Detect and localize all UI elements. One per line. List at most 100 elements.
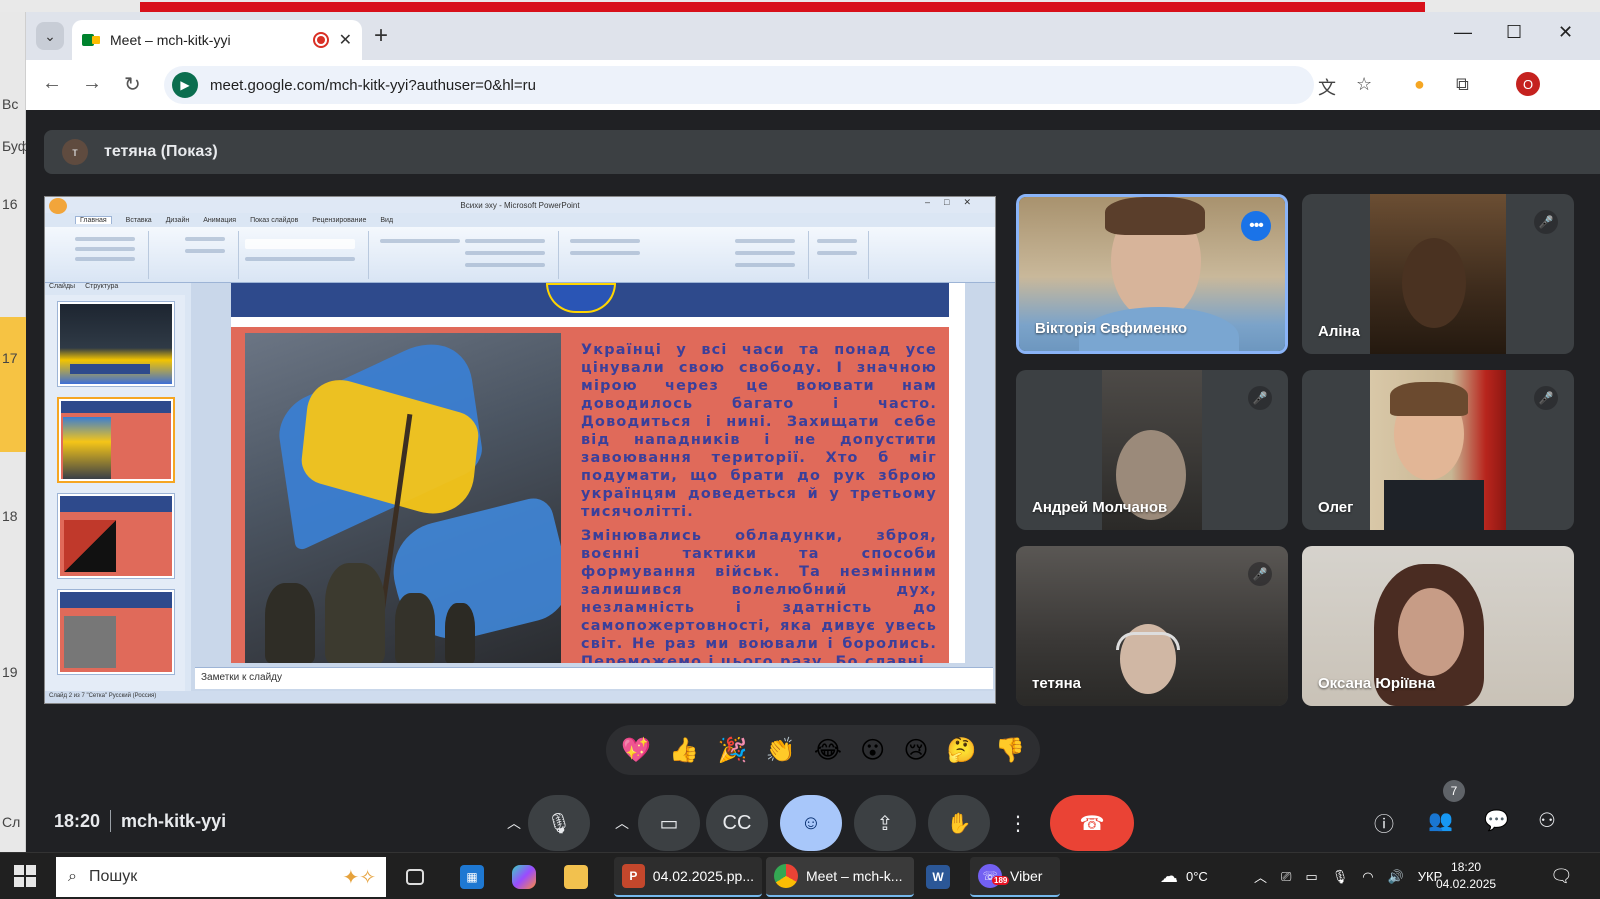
taskbar-app-label: Viber (1010, 868, 1043, 884)
participant-tile[interactable]: ••• Вікторія Євфименко (1016, 194, 1288, 354)
ribbon-tab: Главная (75, 216, 112, 224)
ribbon-tab: Анимация (203, 216, 237, 224)
site-info-icon[interactable]: ▶ (172, 72, 198, 98)
weather-temp: 0°C (1186, 869, 1208, 884)
volume-icon[interactable]: 🔊 (1388, 869, 1404, 885)
start-button[interactable] (14, 865, 36, 887)
address-bar[interactable]: ▶ meet.google.com/mch-kitk-yyi?authuser=… (164, 66, 1314, 104)
taskbar-app-powerpoint[interactable]: P 04.02.2025.pp... (614, 857, 762, 897)
shared-screen[interactable]: Всихи эху - Microsoft PowerPoint –□✕ Гла… (44, 196, 996, 704)
bookmark-star-icon[interactable]: ☆ (1356, 74, 1372, 95)
slide-thumbnail (57, 493, 175, 579)
file-explorer-app[interactable] (556, 857, 596, 897)
window-close-button[interactable]: ✕ (1558, 22, 1573, 43)
device-icon[interactable]: ⎚ (1281, 869, 1291, 885)
windows-taskbar: ⌕ Пошук ✦✧ ▦ P 04.02.2025.pp... Meet – m… (0, 852, 1600, 899)
notifications-icon[interactable]: 🗨 (1550, 853, 1573, 899)
back-button[interactable]: ← (42, 72, 62, 95)
meet-favicon-icon (82, 32, 100, 48)
reaction-button[interactable]: 😂 (814, 736, 842, 765)
participant-tile[interactable]: 🎤 тетяна (1016, 546, 1288, 706)
new-tab-button[interactable]: + (374, 22, 388, 50)
taskbar-app-chrome[interactable]: Meet – mch-k... (766, 857, 914, 897)
more-options-button[interactable]: ⋮ (1004, 795, 1032, 851)
weather-widget[interactable]: ☁ 0°C (1160, 853, 1208, 899)
show-hidden-icons-icon[interactable]: ︿ (1254, 867, 1267, 886)
participant-tile[interactable]: 🎤 Аліна (1302, 194, 1574, 354)
reaction-button[interactable]: 💖 (621, 736, 651, 765)
tab-close-icon[interactable]: ✕ (339, 30, 352, 50)
participant-tile[interactable]: Оксана Юріївна (1302, 546, 1574, 706)
reactions-button[interactable]: ☺ (780, 795, 842, 851)
ribbon-tab: Дизайн (165, 216, 190, 224)
microphone-button[interactable]: 🎙 (528, 795, 590, 851)
extensions-puzzle-icon[interactable]: ⧉ (1456, 74, 1469, 95)
reload-button[interactable]: ↻ (124, 72, 141, 97)
reaction-button[interactable]: 👎 (995, 736, 1025, 765)
copilot-app[interactable] (504, 857, 544, 897)
url-text: meet.google.com/mch-kitk-yyi?authuser=0&… (210, 76, 536, 94)
minimize-button[interactable]: — (1454, 22, 1472, 43)
profile-avatar[interactable]: О (1516, 72, 1540, 96)
viber-icon: ☏ 189 (978, 864, 1010, 888)
slide-thumbnail-selected (57, 397, 175, 483)
slide-thumbnail (57, 589, 175, 675)
microphone-tray-icon[interactable]: 🎙 (1332, 869, 1349, 885)
participant-tile[interactable]: 🎤 Олег (1302, 370, 1574, 530)
taskbar-time: 18:20 (1451, 860, 1482, 874)
tab-search-button[interactable]: ⌄ (36, 22, 64, 50)
wifi-icon[interactable]: ◠ (1362, 869, 1373, 885)
muted-mic-icon: 🎤 (1534, 210, 1558, 234)
reaction-button[interactable]: 😢 (903, 736, 928, 765)
forward-button[interactable]: → (82, 72, 102, 95)
reaction-button[interactable]: 😮 (860, 736, 885, 765)
meeting-code: mch-kitk-yyi (121, 810, 227, 831)
meeting-info: 18:20 mch-kitk-yyi (54, 810, 226, 832)
reaction-button[interactable]: 🤔 (947, 736, 977, 765)
extension-icon[interactable]: ● (1414, 74, 1425, 95)
word-icon: W (926, 865, 950, 889)
chat-icon[interactable]: 💬 (1484, 808, 1509, 833)
store-app[interactable]: ▦ (452, 857, 492, 897)
reaction-button[interactable]: 👏 (766, 736, 796, 765)
maximize-button[interactable]: ☐ (1506, 22, 1522, 43)
reaction-button[interactable]: 👍 (669, 736, 699, 765)
participant-tile[interactable]: 🎤 Андрей Молчанов (1016, 370, 1288, 530)
ribbon-tab: Вид (380, 216, 394, 224)
meeting-details-icon[interactable]: ⓘ (1374, 808, 1394, 837)
chrome-window: ⌄ Meet – mch-kitk-yyi ✕ + — ☐ ✕ ← → ↻ ▶ … (26, 12, 1600, 852)
system-tray: ︿ ⎚ ▭ 🎙 ◠ 🔊 УКР (1254, 853, 1442, 899)
more-options-icon[interactable]: ••• (1241, 211, 1271, 241)
present-screen-button[interactable]: ⇪ (854, 795, 916, 851)
tab-title: Meet – mch-kitk-yyi (110, 32, 231, 48)
cloud-icon: ☁ (1160, 866, 1178, 886)
video-options-chevron-icon[interactable]: ︿ (608, 795, 636, 851)
translate-icon[interactable]: 文 (1318, 74, 1336, 100)
camera-button[interactable]: ▭ (638, 795, 700, 851)
reaction-button[interactable]: 🎉 (717, 736, 747, 765)
powerpoint-workspace: Слайды Структура Українці у всі часи та … (45, 283, 995, 691)
taskbar-app-word[interactable]: W (918, 857, 958, 897)
battery-icon[interactable]: ▭ (1305, 869, 1317, 885)
presenter-label: тетяна (Показ) (104, 143, 218, 160)
slide-paragraph: Українці у всі часи та понад усе цінувал… (581, 342, 937, 520)
leave-call-button[interactable]: ☎ (1050, 795, 1134, 851)
background-app-titlebar (0, 0, 1600, 12)
task-view-icon (406, 869, 424, 885)
audio-options-chevron-icon[interactable]: ︿ (500, 795, 528, 851)
activities-icon[interactable]: ⚇ (1538, 808, 1556, 833)
taskbar-clock[interactable]: 18:20 04.02.2025 (1436, 859, 1496, 893)
raise-hand-button[interactable]: ✋ (928, 795, 990, 851)
task-view-button[interactable] (398, 857, 432, 897)
taskbar-date: 04.02.2025 (1436, 877, 1497, 891)
captions-button[interactable]: CC (706, 795, 768, 851)
taskbar-app-viber[interactable]: ☏ 189 Viber (970, 857, 1060, 897)
people-icon[interactable]: 👥 (1428, 808, 1453, 833)
tab-meet[interactable]: Meet – mch-kitk-yyi ✕ (72, 20, 362, 60)
powerpoint-ribbon (45, 227, 995, 283)
powerpoint-ribbon-tabs: Главная Вставка Дизайн Анимация Показ сл… (45, 213, 995, 227)
participant-name: Аліна (1318, 323, 1360, 340)
ribbon-tab: Рецензирование (312, 216, 367, 224)
taskbar-search[interactable]: ⌕ Пошук ✦✧ (56, 857, 386, 897)
slide-thumbnail (57, 301, 175, 387)
